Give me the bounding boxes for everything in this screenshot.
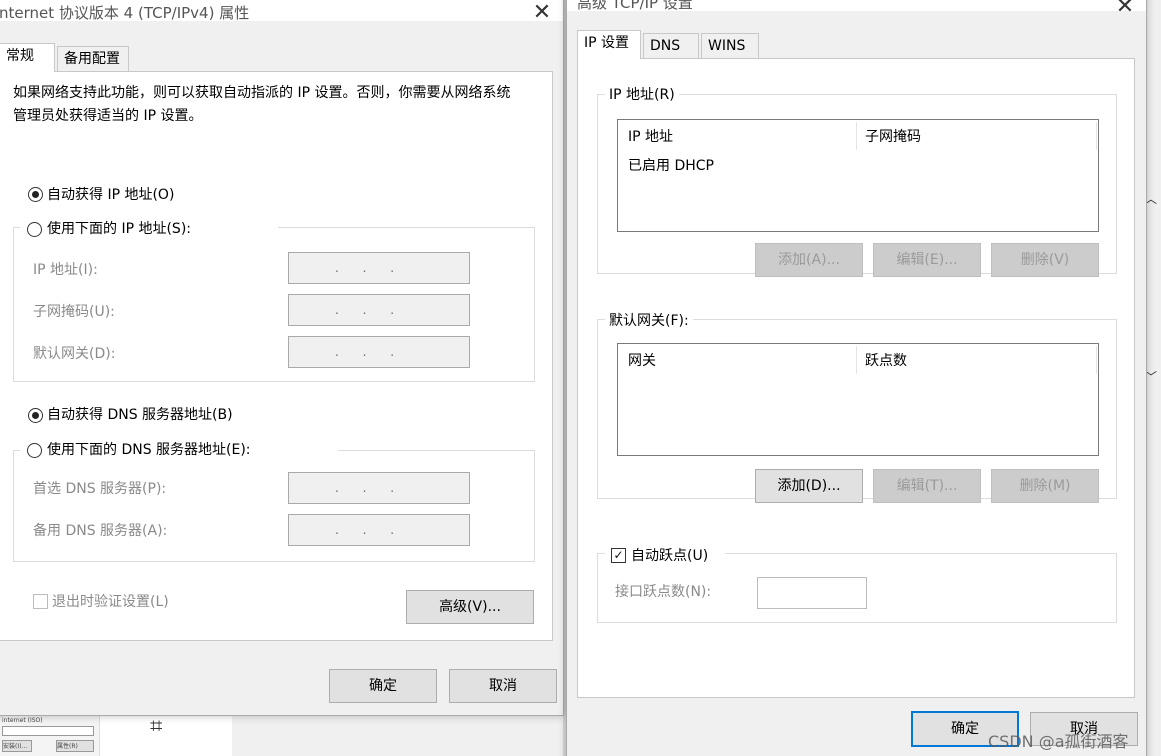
general-panel: 如果网络支持此功能，则可以获取自动指派的 IP 设置。否则，你需要从网络系统管理… xyxy=(0,71,553,641)
tab-dns[interactable]: DNS xyxy=(643,33,699,59)
subnet-mask-label: 子网掩码(U): xyxy=(33,304,115,320)
gateway-list[interactable]: 网关 跃点数 xyxy=(617,343,1099,456)
mini-properties-button[interactable]: 属性(R) xyxy=(56,740,94,752)
subnet-dots: . . . xyxy=(335,303,405,317)
auto-metric-label[interactable]: 自动跃点(U) xyxy=(631,545,708,565)
interface-metric-input[interactable] xyxy=(757,577,867,609)
preferred-dns-dots: . . . xyxy=(335,481,405,495)
auto-ip-radio[interactable] xyxy=(28,187,43,202)
tab-alternate-config[interactable]: 备用配置 xyxy=(57,46,129,72)
ip-address-caption: IP 地址(R) xyxy=(605,84,679,104)
ipv4-dialog-title: nternet 协议版本 4 (TCP/IPv4) 属性 xyxy=(0,4,250,22)
remove-gateway-button[interactable]: 删除(M) xyxy=(991,469,1099,503)
alternate-dns-label: 备用 DNS 服务器(A): xyxy=(33,523,168,539)
preferred-dns-label: 首选 DNS 服务器(P): xyxy=(33,481,167,497)
column-separator-end xyxy=(1096,122,1097,150)
background-mini-panel: internet (ISO) 安装(I)... 属性(R) xyxy=(0,714,100,756)
validate-on-exit-checkbox[interactable] xyxy=(33,594,48,609)
gateway-column[interactable]: 网关 xyxy=(628,350,656,370)
close-icon[interactable]: ✕ xyxy=(1105,0,1145,25)
mini-panel-label: internet (ISO) xyxy=(2,717,43,724)
add-gateway-button[interactable]: 添加(D)... xyxy=(755,469,863,503)
metric-column[interactable]: 跃点数 xyxy=(865,350,907,370)
ip-address-field[interactable]: . . . xyxy=(288,252,470,284)
column-separator xyxy=(856,346,857,374)
advanced-tcpip-dialog: 高级 TCP/IP 设置 ✕ IP 设置 DNS WINS IP 地址(R) I… xyxy=(566,0,1147,756)
ok-button[interactable]: 确定 xyxy=(329,669,437,703)
column-separator xyxy=(856,122,857,150)
ipv4-properties-dialog: nternet 协议版本 4 (TCP/IPv4) 属性 ✕ 常规 备用配置 如… xyxy=(0,0,564,716)
interface-metric-label: 接口跃点数(N): xyxy=(615,584,712,600)
edit-ip-button[interactable]: 编辑(E)... xyxy=(873,243,981,277)
default-gateway-label: 默认网关(D): xyxy=(33,346,116,362)
manual-dns-label[interactable]: 使用下面的 DNS 服务器地址(E): xyxy=(47,439,251,459)
tab-ip-settings[interactable]: IP 设置 xyxy=(577,30,641,59)
ip-dots: . . . xyxy=(335,261,405,275)
edit-gateway-button[interactable]: 编辑(T)... xyxy=(873,469,981,503)
subnet-mask-field[interactable]: . . . xyxy=(288,294,470,326)
tab-wins[interactable]: WINS xyxy=(701,33,759,59)
ip-address-label: IP 地址(I): xyxy=(33,262,98,278)
column-separator-end xyxy=(1096,346,1097,374)
advanced-dialog-title: 高级 TCP/IP 设置 xyxy=(577,0,693,12)
mini-install-button[interactable]: 安装(I)... xyxy=(2,740,32,752)
ip-address-column[interactable]: IP 地址 xyxy=(628,126,673,146)
gateway-dots: . . . xyxy=(335,345,405,359)
mini-panel-list xyxy=(2,726,94,736)
list-item[interactable]: 已启用 DHCP xyxy=(628,155,714,175)
validate-on-exit-label: 退出时验证设置(L) xyxy=(52,594,169,610)
tab-general[interactable]: 常规 xyxy=(0,43,55,72)
alternate-dns-dots: . . . xyxy=(335,523,405,537)
auto-ip-label[interactable]: 自动获得 IP 地址(O) xyxy=(47,184,174,204)
auto-dns-label[interactable]: 自动获得 DNS 服务器地址(B) xyxy=(47,404,233,424)
ip-settings-panel: IP 地址(R) IP 地址 子网掩码 已启用 DHCP 添加(A)... 编辑… xyxy=(577,58,1135,698)
background-grid-icon: ⌗ xyxy=(150,714,163,739)
auto-dns-radio[interactable] xyxy=(28,408,43,423)
advanced-titlebar: 高级 TCP/IP 设置 ✕ xyxy=(567,0,1146,18)
watermark-text: CSDN @a孤街酒客 xyxy=(988,732,1129,751)
manual-dns-radio[interactable] xyxy=(27,443,42,458)
add-ip-button[interactable]: 添加(A)... xyxy=(755,243,863,277)
gateway-caption: 默认网关(F): xyxy=(605,310,693,330)
remove-ip-button[interactable]: 删除(V) xyxy=(991,243,1099,277)
manual-ip-radio[interactable] xyxy=(27,222,42,237)
advanced-button[interactable]: 高级(V)... xyxy=(406,590,534,624)
subnet-mask-column[interactable]: 子网掩码 xyxy=(865,126,921,146)
ip-address-list[interactable]: IP 地址 子网掩码 已启用 DHCP xyxy=(617,119,1099,232)
cancel-button[interactable]: 取消 xyxy=(449,669,557,703)
manual-ip-label[interactable]: 使用下面的 IP 地址(S): xyxy=(47,218,191,238)
preferred-dns-field[interactable]: . . . xyxy=(288,472,470,504)
auto-metric-checkbox[interactable]: ✓ xyxy=(611,548,626,563)
alternate-dns-field[interactable]: . . . xyxy=(288,514,470,546)
close-icon[interactable]: ✕ xyxy=(522,2,562,31)
default-gateway-field[interactable]: . . . xyxy=(288,336,470,368)
description-text: 如果网络支持此功能，则可以获取自动指派的 IP 设置。否则，你需要从网络系统管理… xyxy=(13,85,511,124)
ipv4-titlebar: nternet 协议版本 4 (TCP/IPv4) 属性 ✕ xyxy=(0,0,563,24)
